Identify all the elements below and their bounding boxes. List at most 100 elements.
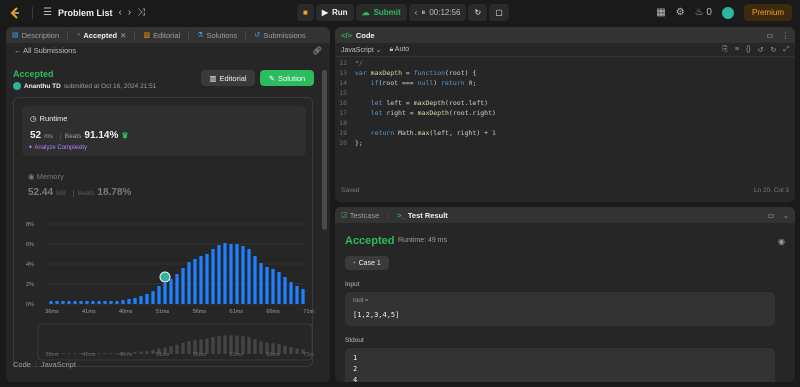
avatar <box>13 82 21 90</box>
description-icon: ▤ <box>12 32 19 39</box>
bar <box>277 272 281 304</box>
code-header-actions: ▭ ⋮ <box>766 31 789 40</box>
code-panel: </> Code ▭ ⋮ JavaScript ⌄ 🔒︎ Auto ⎘ ≡ {} … <box>335 27 795 202</box>
bar <box>61 301 65 304</box>
bar <box>187 262 191 304</box>
reset-timer-button[interactable]: ↻ <box>468 4 488 21</box>
fullscreen-icon[interactable]: ⤢ <box>783 46 789 54</box>
code-toolbar-right: ⎘ ≡ {} ↺ ↻ ⤢ <box>722 46 789 54</box>
layout-grid-icon[interactable]: ▦ <box>656 7 665 18</box>
overview-bar <box>139 351 143 354</box>
maximize-icon[interactable]: ▭ <box>768 211 775 220</box>
code-toolbar: JavaScript ⌄ 🔒︎ Auto ⎘ ≡ {} ↺ ↻ ⤢ <box>335 43 795 57</box>
prev-problem-icon[interactable]: ‹ <box>118 8 121 18</box>
auto-toggle[interactable]: 🔒︎ Auto <box>390 46 410 54</box>
scrollbar[interactable] <box>322 70 327 230</box>
x-tick-label: 56ms <box>193 309 207 315</box>
maximize-icon[interactable]: ▭ <box>766 31 773 40</box>
username[interactable]: Ananthu TD <box>24 83 61 90</box>
shuffle-icon[interactable]: ⤨ <box>137 8 145 18</box>
result-runtime: Runtime: 49 ms <box>398 237 448 244</box>
avatar[interactable] <box>721 6 734 19</box>
code-line: 17 let right = maxDepth(root.right) <box>339 109 496 117</box>
code-line: 13 var maxDepth = function(root) { <box>339 69 477 77</box>
editor-status-bar: Saved Ln 20, Col 3 <box>335 187 795 199</box>
tab-test-result[interactable]: >_ Test Result <box>397 211 448 220</box>
tab-accepted[interactable]: ◔ Accepted ✕ <box>76 31 126 40</box>
bar <box>79 301 83 304</box>
timer[interactable]: ‹ ⏸ 00:12:56 <box>408 4 467 21</box>
reset-icon[interactable]: ↻ <box>771 46 777 54</box>
overview-x-tick-label: 61ms <box>230 352 244 358</box>
dot-icon: • <box>353 259 356 267</box>
overview-bar <box>217 335 221 354</box>
analyze-complexity-link[interactable]: ✦ Analyze Complexity <box>28 144 87 151</box>
panel-resize-handle[interactable] <box>335 203 795 205</box>
chevron-down-icon[interactable]: ⌄ <box>783 211 789 220</box>
x-tick-label: 51ms <box>156 309 170 315</box>
bar <box>121 300 125 304</box>
gear-icon[interactable]: ⚙ <box>676 7 685 18</box>
x-tick-label: 61ms <box>230 309 244 315</box>
leetcode-logo-icon[interactable] <box>8 6 22 20</box>
editorial-button[interactable]: ▥ Editorial <box>201 70 255 86</box>
tab-submissions[interactable]: ↺ Submissions <box>254 31 305 40</box>
separator <box>32 7 33 19</box>
bar <box>163 283 167 304</box>
eye-icon[interactable]: ◉ <box>778 237 785 246</box>
braces-icon[interactable]: {} <box>746 46 751 54</box>
overview-bar <box>145 350 149 354</box>
close-icon[interactable]: ✕ <box>120 31 126 40</box>
next-problem-icon[interactable]: › <box>128 8 131 18</box>
notes-button[interactable]: ▢ <box>489 4 509 21</box>
bar <box>289 282 293 304</box>
code-line: 19 return Math.max(left, right) + 1 <box>339 129 496 137</box>
problem-list-link[interactable]: Problem List <box>58 8 113 18</box>
submit-button[interactable]: ☁ Submit <box>355 4 407 21</box>
y-tick-label: 2% <box>26 282 34 288</box>
code-header: </> Code ▭ ⋮ <box>335 27 795 43</box>
play-icon: ▶ <box>321 8 328 17</box>
restore-icon[interactable]: ↺ <box>758 46 764 54</box>
bar <box>211 249 215 304</box>
tab-description[interactable]: ▤ Description <box>12 31 59 40</box>
language-select[interactable]: JavaScript ⌄ <box>341 46 382 54</box>
terminal-icon: >_ <box>397 210 406 220</box>
tab-editorial[interactable]: ▥ Editorial <box>143 31 180 40</box>
y-tick-label: 0% <box>26 302 34 308</box>
more-icon[interactable]: ⋮ <box>782 31 790 40</box>
case-1-button[interactable]: • Case 1 <box>345 256 389 270</box>
streak-fire-icon[interactable]: ♨ 0 <box>695 7 712 18</box>
overview-bar <box>109 353 113 354</box>
runtime-distribution-chart[interactable]: 8% 6% 4% 2% 0% 36ms 36ms 41ms 41ms 46ms 46ms 51ms 51… <box>14 216 314 366</box>
tab-testcase[interactable]: ☑ Testcase <box>341 211 379 220</box>
result-header-actions: ▭ ⌄ <box>768 211 789 220</box>
run-button[interactable]: ▶ Run <box>315 4 354 21</box>
memory-label[interactable]: ◉ Memory <box>28 172 64 181</box>
debug-button[interactable]: ■ <box>297 4 314 21</box>
problem-list-icon[interactable]: ☰ <box>43 8 52 18</box>
bar <box>169 279 173 304</box>
bar <box>151 291 155 304</box>
book-icon: ▥ <box>209 73 217 83</box>
premium-button[interactable]: Premium <box>743 4 792 21</box>
runtime-percentile: 91.14% <box>84 130 119 141</box>
x-tick-label: 46ms <box>119 309 133 315</box>
x-tick-label: 71ms <box>303 309 314 315</box>
back-link[interactable]: ← All Submissions <box>14 46 76 55</box>
link-icon[interactable]: 🔗︎ <box>312 46 322 55</box>
x-tick-label: 66ms <box>266 309 280 315</box>
solution-button[interactable]: ✎ Solution <box>260 70 314 86</box>
code-editor[interactable]: 12 */ 13 var maxDepth = function(root) { 1… <box>335 59 795 184</box>
overview-bar <box>211 337 215 354</box>
tab-solutions[interactable]: ⚗ Solutions <box>197 31 237 40</box>
bookmark-icon[interactable]: ⎘ <box>722 46 728 54</box>
code-footer: Code | JavaScript <box>13 360 76 369</box>
check-circle-icon: ◔ <box>76 31 81 39</box>
history-icon: ↺ <box>254 32 261 39</box>
overview-x-tick-label: 66ms <box>266 352 280 358</box>
code-line: 14 if(root === null) return 0; <box>339 79 477 87</box>
bar <box>85 301 89 304</box>
code-line: 20}; <box>339 139 363 147</box>
format-icon[interactable]: ≡ <box>735 46 739 54</box>
